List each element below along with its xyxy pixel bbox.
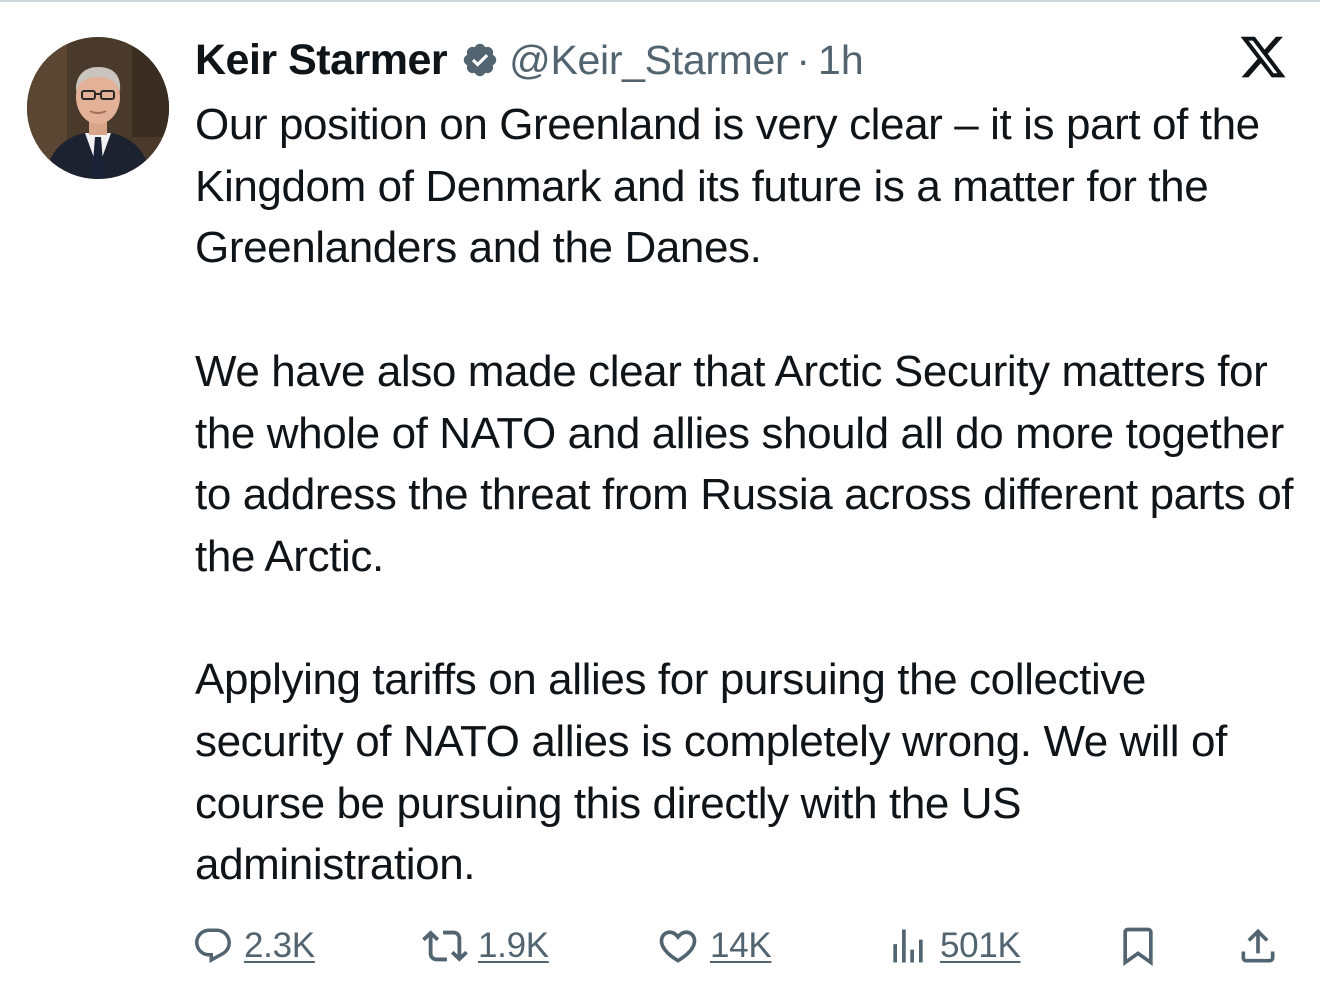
action-bar: 2.3K 1.9K 14K 501K xyxy=(192,918,1292,974)
repost-count[interactable]: 1.9K xyxy=(478,926,549,966)
tweet-paragraph-2: We have also made clear that Arctic Secu… xyxy=(195,346,1294,581)
repost-button[interactable]: 1.9K xyxy=(422,918,549,974)
timestamp[interactable]: 1h xyxy=(818,37,864,84)
top-divider xyxy=(0,0,1320,2)
author-handle[interactable]: @Keir_Starmer xyxy=(509,37,789,84)
separator-dot: · xyxy=(796,36,811,83)
tweet-header: Keir Starmer @Keir_Starmer · 1h xyxy=(195,34,864,86)
repost-icon xyxy=(422,930,468,962)
share-icon xyxy=(1241,928,1275,963)
bookmark-button[interactable] xyxy=(1116,918,1160,974)
bookmark-icon xyxy=(1123,927,1153,967)
share-button[interactable] xyxy=(1236,918,1280,974)
avatar-image xyxy=(27,37,169,179)
x-logo-icon xyxy=(1238,32,1288,82)
verified-badge-icon xyxy=(461,41,499,79)
reply-count[interactable]: 2.3K xyxy=(244,926,315,966)
views-chart-icon xyxy=(893,929,923,963)
reply-icon xyxy=(195,928,231,963)
reply-button[interactable]: 2.3K xyxy=(192,918,315,974)
tweet-text: Our position on Greenland is very clear … xyxy=(195,94,1305,896)
heart-icon xyxy=(659,930,697,963)
like-count[interactable]: 14K xyxy=(710,926,772,966)
avatar[interactable] xyxy=(27,37,169,179)
author-name[interactable]: Keir Starmer xyxy=(195,36,448,85)
views-count[interactable]: 501K xyxy=(940,926,1021,966)
tweet-paragraph-1: Our position on Greenland is very clear … xyxy=(195,100,1260,273)
tweet-paragraph-3: Applying tariffs on allies for pursuing … xyxy=(195,655,1227,890)
views-button[interactable]: 501K xyxy=(886,918,1021,974)
like-button[interactable]: 14K xyxy=(656,918,772,974)
